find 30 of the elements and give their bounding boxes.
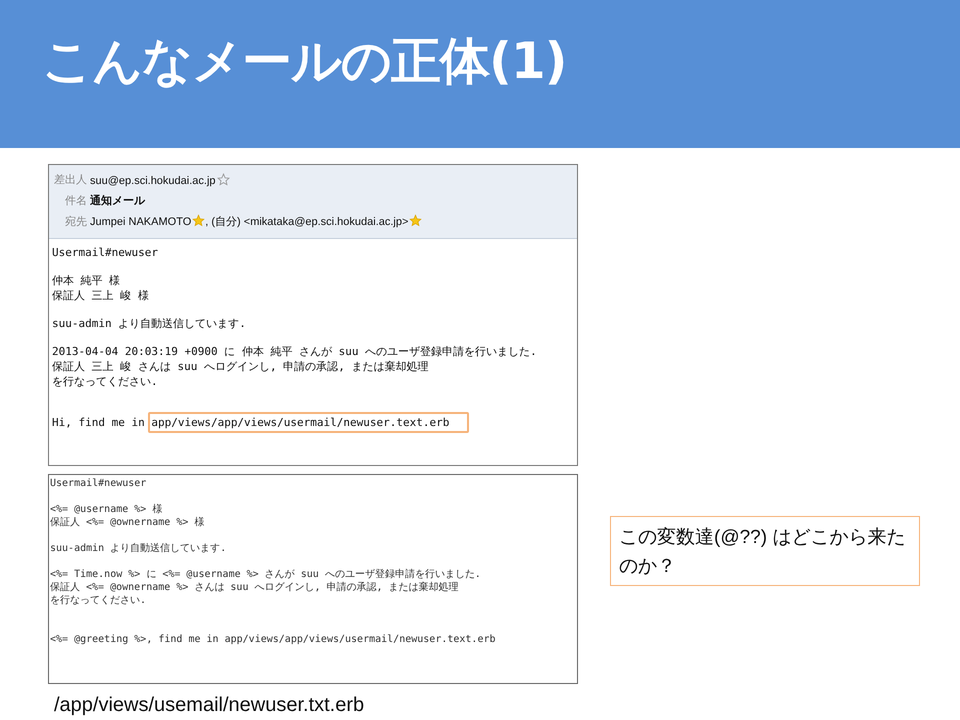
body-line: Usermail#newuser bbox=[52, 246, 158, 259]
field-label: 宛先 bbox=[64, 214, 88, 229]
code-line: <%= @username %> 様 bbox=[50, 504, 162, 515]
code-line: 保証人 <%= @ownername %> 様 bbox=[50, 517, 204, 528]
field-label: 件名 bbox=[64, 194, 88, 208]
code-line: <%= @greeting %>, find me in app/views/app/views/usermail/newuser.text.erb bbox=[50, 634, 496, 645]
code-line: を行なってください. bbox=[50, 595, 146, 606]
callout-note: この変数達(@??) はどこから来たのか？ bbox=[610, 516, 920, 586]
body-line: 仲本 純平 様 bbox=[52, 274, 120, 287]
body-line: Hi, find me in bbox=[52, 416, 145, 429]
subject-text: 通知メール bbox=[90, 195, 145, 207]
address-text: Jumpei NAKAMOTO bbox=[90, 216, 192, 228]
field-label: 差出人 bbox=[53, 173, 88, 187]
star-icon[interactable] bbox=[409, 214, 422, 227]
body-line: を行なってください. bbox=[52, 375, 158, 388]
file-path-caption: /app/views/usemail/newuser.txt.erb bbox=[53, 694, 366, 717]
body-line: 保証人 三上 峻 様 bbox=[52, 289, 149, 302]
slide-title: こんなメールの正体(1) bbox=[42, 31, 568, 92]
star-icon[interactable] bbox=[216, 172, 230, 186]
star-icon[interactable] bbox=[192, 214, 206, 227]
template-path: app/views/app/views/usermail/newuser.text.erb bbox=[148, 412, 470, 433]
code-line: Usermail#newuser bbox=[50, 478, 146, 489]
body-line: 保証人 三上 峻 さんは suu へログインし, 申請の承認, または棄却処理 bbox=[52, 360, 428, 373]
address-text: suu@ep.sci.hokudai.ac.jp bbox=[90, 174, 216, 186]
address-text: , (自分) <mikataka@ep.sci.hokudai.ac.jp> bbox=[205, 216, 408, 228]
body-line: suu-admin より自動送信しています. bbox=[52, 317, 246, 330]
body-line: 2013-04-04 20:03:19 +0900 に 仲本 純平 さんが suu へのユーザ登録申請を行いました. bbox=[52, 345, 537, 358]
code-line: 保証人 <%= @ownername %> さんは suu へログインし, 申請の承認, または棄却処理 bbox=[50, 582, 459, 593]
code-line: suu-admin より自動送信しています. bbox=[50, 543, 226, 554]
code-line: <%= Time.now %> に <%= @username %> さんが suu へのユーザ登録申請を行いました. bbox=[50, 569, 481, 580]
